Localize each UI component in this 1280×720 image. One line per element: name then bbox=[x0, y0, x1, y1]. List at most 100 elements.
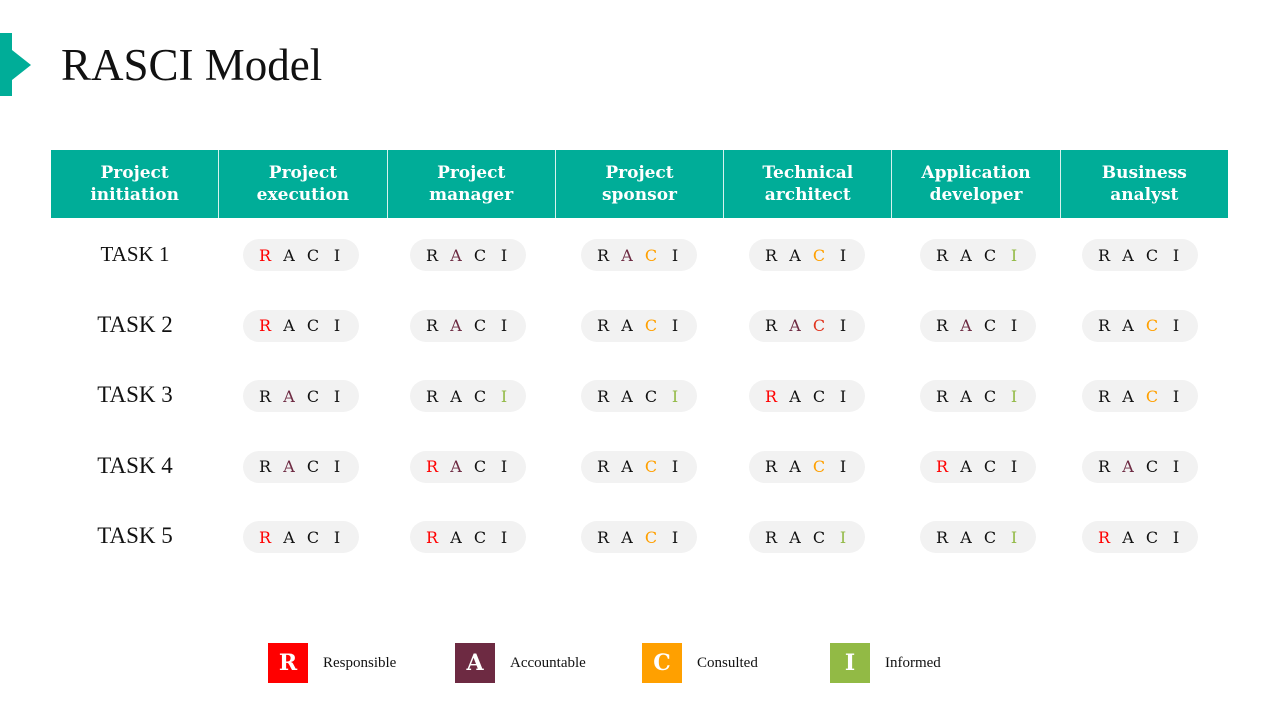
raci-letter-r: R bbox=[596, 316, 610, 335]
raci-letter-r: R bbox=[596, 457, 610, 476]
raci-cell[interactable]: RACI bbox=[410, 239, 526, 271]
raci-cell[interactable]: RACI bbox=[243, 521, 359, 553]
raci-cell[interactable]: RACI bbox=[920, 309, 1036, 342]
raci-letter-i: I bbox=[671, 527, 679, 547]
raci-cell[interactable]: RACI bbox=[920, 521, 1036, 553]
raci-cell[interactable]: RACI bbox=[1082, 521, 1198, 553]
raci-cell[interactable]: RACI bbox=[749, 380, 865, 412]
raci-cell[interactable]: RACI bbox=[581, 309, 697, 342]
raci-letter-r: R bbox=[1097, 527, 1111, 547]
raci-letter-a: A bbox=[283, 457, 295, 476]
raci-letter-c: C bbox=[983, 457, 997, 476]
raci-letter-c: C bbox=[812, 245, 826, 265]
raci-letter-i: I bbox=[839, 527, 847, 547]
raci-letter-i: I bbox=[500, 386, 508, 406]
raci-letter-r: R bbox=[596, 527, 610, 547]
raci-letter-c: C bbox=[306, 245, 320, 265]
raci-cell[interactable]: RACI bbox=[243, 239, 359, 271]
raci-cell[interactable]: RACI bbox=[1082, 309, 1198, 342]
legend-item-accountable: A Accountable bbox=[455, 643, 586, 683]
raci-cell[interactable]: RACI bbox=[243, 380, 359, 412]
raci-letter-i: I bbox=[1172, 457, 1180, 476]
raci-letter-i: I bbox=[671, 316, 679, 335]
raci-letter-i: I bbox=[839, 316, 847, 335]
raci-letter-r: R bbox=[1097, 316, 1111, 335]
raci-letter-a: A bbox=[1122, 316, 1134, 335]
raci-letter-r: R bbox=[596, 245, 610, 265]
raci-letter-c: C bbox=[1145, 386, 1159, 406]
header-project-execution: Project execution bbox=[218, 150, 386, 218]
raci-letter-i: I bbox=[500, 245, 508, 265]
raci-cell[interactable]: RACI bbox=[749, 450, 865, 483]
raci-cell[interactable]: RACI bbox=[581, 380, 697, 412]
task-row: TASK 3RACIRACIRACIRACIRACIRACI bbox=[51, 360, 1228, 431]
raci-cell[interactable]: RACI bbox=[581, 239, 697, 271]
raci-letter-a: A bbox=[960, 457, 972, 476]
raci-letter-r: R bbox=[764, 527, 778, 547]
raci-cell[interactable]: RACI bbox=[410, 309, 526, 342]
raci-letter-a: A bbox=[1122, 386, 1134, 406]
task-label: TASK 1 bbox=[100, 241, 170, 266]
raci-letter-r: R bbox=[425, 316, 439, 335]
raci-letter-c: C bbox=[812, 386, 826, 406]
raci-cell[interactable]: RACI bbox=[1082, 450, 1198, 483]
raci-letter-c: C bbox=[1145, 316, 1159, 335]
raci-letter-a: A bbox=[1122, 245, 1134, 265]
raci-cell[interactable]: RACI bbox=[920, 239, 1036, 271]
raci-letter-c: C bbox=[1145, 245, 1159, 265]
raci-letter-i: I bbox=[839, 386, 847, 406]
raci-letter-c: C bbox=[306, 316, 320, 335]
raci-letter-c: C bbox=[473, 457, 487, 476]
raci-letter-i: I bbox=[1172, 245, 1180, 265]
raci-cell[interactable]: RACI bbox=[410, 521, 526, 553]
raci-letter-r: R bbox=[1097, 245, 1111, 265]
raci-letter-i: I bbox=[333, 527, 341, 547]
raci-cell[interactable]: RACI bbox=[581, 521, 697, 553]
raci-cell[interactable]: RACI bbox=[243, 450, 359, 483]
raci-letter-c: C bbox=[983, 316, 997, 335]
raci-letter-a: A bbox=[789, 386, 801, 406]
raci-cell[interactable]: RACI bbox=[1082, 380, 1198, 412]
raci-letter-a: A bbox=[450, 316, 462, 335]
raci-cell[interactable]: RACI bbox=[749, 239, 865, 271]
raci-letter-r: R bbox=[258, 457, 272, 476]
raci-letter-r: R bbox=[935, 457, 949, 476]
raci-letter-i: I bbox=[671, 386, 679, 406]
raci-letter-c: C bbox=[306, 527, 320, 547]
raci-letter-a: A bbox=[283, 527, 295, 547]
task-label: TASK 5 bbox=[97, 523, 173, 548]
raci-letter-i: I bbox=[333, 386, 341, 406]
raci-cell[interactable]: RACI bbox=[410, 380, 526, 412]
raci-letter-c: C bbox=[983, 386, 997, 406]
raci-letter-c: C bbox=[983, 527, 997, 547]
raci-letter-c: C bbox=[1145, 457, 1159, 476]
raci-letter-a: A bbox=[283, 245, 295, 265]
task-row: TASK 5RACIRACIRACIRACIRACIRACI bbox=[51, 501, 1228, 572]
raci-letter-i: I bbox=[1172, 316, 1180, 335]
raci-letter-a: A bbox=[621, 386, 633, 406]
raci-letter-r: R bbox=[935, 316, 949, 335]
raci-letter-i: I bbox=[1172, 386, 1180, 406]
raci-letter-r: R bbox=[764, 457, 778, 476]
raci-cell[interactable]: RACI bbox=[410, 450, 526, 483]
raci-cell[interactable]: RACI bbox=[920, 380, 1036, 412]
raci-letter-a: A bbox=[621, 316, 633, 335]
raci-cell[interactable]: RACI bbox=[243, 309, 359, 342]
raci-letter-a: A bbox=[450, 457, 462, 476]
raci-cell[interactable]: RACI bbox=[920, 450, 1036, 483]
legend-swatch-a: A bbox=[455, 643, 495, 683]
raci-cell[interactable]: RACI bbox=[749, 521, 865, 553]
raci-cell[interactable]: RACI bbox=[749, 309, 865, 342]
raci-cell[interactable]: RACI bbox=[1082, 239, 1198, 271]
raci-letter-a: A bbox=[789, 457, 801, 476]
raci-letter-a: A bbox=[1122, 527, 1134, 547]
raci-cell[interactable]: RACI bbox=[581, 450, 697, 483]
raci-letter-c: C bbox=[644, 316, 658, 335]
raci-letter-a: A bbox=[450, 386, 462, 406]
raci-letter-a: A bbox=[450, 245, 462, 265]
raci-letter-r: R bbox=[596, 386, 610, 406]
raci-letter-r: R bbox=[258, 316, 272, 335]
raci-letter-i: I bbox=[1010, 245, 1018, 265]
raci-letter-r: R bbox=[425, 386, 439, 406]
raci-letter-c: C bbox=[306, 457, 320, 476]
